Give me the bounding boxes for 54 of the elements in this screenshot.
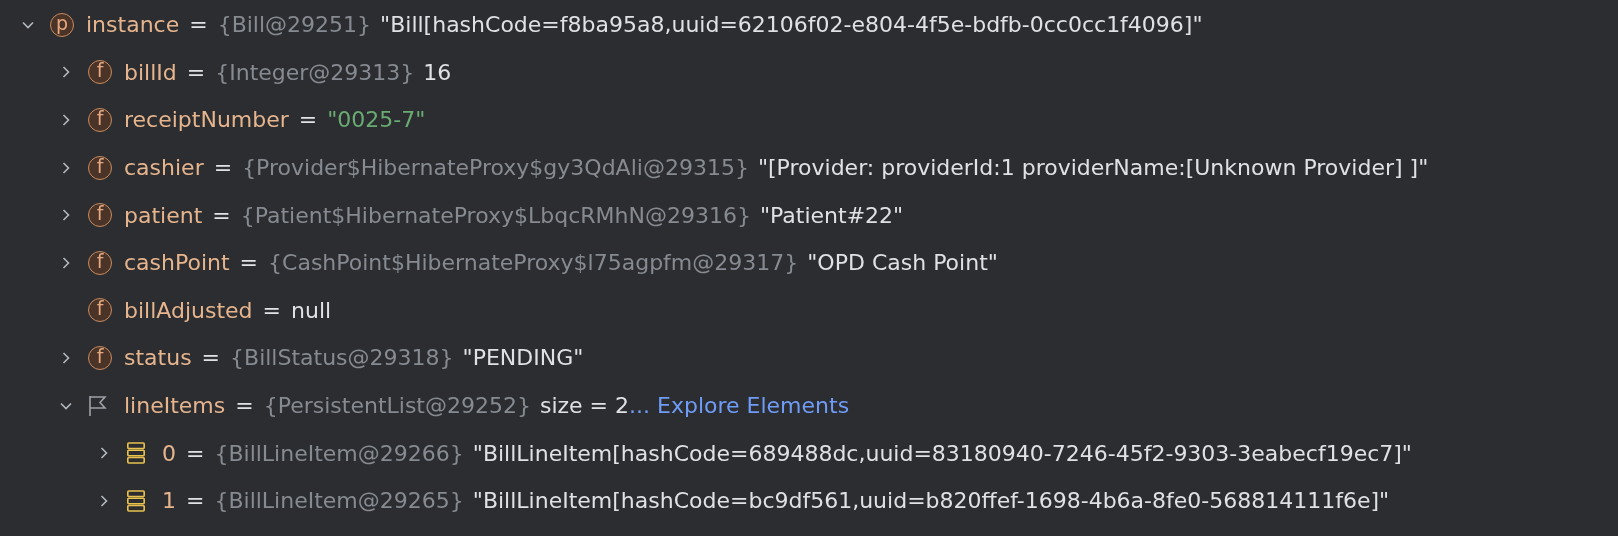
- type-label: {Bill@29251}: [217, 12, 372, 38]
- explore-elements-link[interactable]: ... Explore Elements: [629, 393, 850, 419]
- variable-value: 16: [423, 59, 452, 85]
- stack-icon: [126, 441, 146, 466]
- letter-badge-icon: f: [88, 60, 112, 85]
- equals-sign: =: [213, 155, 233, 181]
- variable-value: "[Provider: providerId:1 providerName:[Unknown Provider] ]": [757, 155, 1429, 181]
- equals-sign: =: [186, 488, 205, 514]
- letter-badge-icon: f: [88, 345, 112, 370]
- equals-sign: =: [239, 250, 259, 276]
- equals-sign: =: [186, 440, 205, 466]
- variable-value: "Bill[hashCode=f8ba95a8,uuid=62106f02-e804-4f5e-bdfb-0cc0cc1f4096]": [380, 12, 1203, 38]
- type-label: {PersistentList@29252}: [263, 393, 531, 419]
- equals-sign: =: [201, 345, 221, 371]
- letter-badge-icon: p: [50, 12, 74, 37]
- variable-name: instance: [86, 12, 180, 38]
- letter-badge-icon: f: [88, 155, 112, 180]
- flag-icon: [88, 394, 108, 417]
- letter-badge-icon: f: [88, 108, 112, 132]
- variable-name: status: [124, 345, 192, 371]
- equals-sign: =: [298, 107, 318, 133]
- letter-badge-icon: f: [88, 203, 112, 228]
- variable-value: "PENDING": [462, 345, 584, 371]
- variable-value: null: [291, 297, 332, 323]
- variable-name: 1: [162, 488, 176, 514]
- type-label: {Patient$HibernateProxy$LbqcRMhN@29316}: [240, 202, 751, 228]
- variable-value: "BillLineItem[hashCode=689488dc,uuid=83180940-7246-45f2-9303-3eabecf19ec7]": [472, 440, 1412, 466]
- type-label: {Integer@29313}: [215, 59, 415, 85]
- equals-sign: =: [235, 393, 254, 419]
- equals-sign: =: [262, 297, 281, 323]
- variable-value: "Patient#22": [759, 202, 904, 228]
- type-label: {BillLineItem@29266}: [214, 440, 464, 466]
- equals-sign: =: [212, 202, 231, 228]
- stack-icon: [126, 488, 146, 513]
- type-label: {BillStatus@29318}: [230, 345, 454, 371]
- variable-name: cashier: [124, 155, 204, 181]
- variable-value: "OPD Cash Point": [807, 250, 998, 276]
- equals-sign: =: [189, 12, 208, 38]
- variable-value: "BillLineItem[hashCode=bc9df561,uuid=b820ffef-1698-4b6a-8fe0-568814111f6e]": [472, 488, 1390, 514]
- letter-badge-icon: f: [88, 250, 112, 275]
- variable-name: billId: [124, 59, 177, 85]
- type-label: {BillLineItem@29265}: [214, 488, 464, 514]
- variable-name: lineItems: [124, 393, 226, 419]
- variable-name: cashPoint: [124, 250, 230, 276]
- equals-sign: =: [186, 59, 206, 85]
- variable-name: patient: [124, 202, 203, 228]
- type-label: {CashPoint$HibernateProxy$l75agpfm@29317}: [268, 250, 799, 276]
- variable-name: receiptNumber: [124, 107, 289, 133]
- variable-name: 0: [162, 440, 176, 466]
- variable-name: billAdjusted: [124, 297, 253, 323]
- type-label: {Provider$HibernateProxy$gy3QdAli@29315}: [242, 155, 749, 181]
- variable-value: "0025-7": [327, 107, 426, 133]
- variable-value: size = 2: [539, 393, 630, 419]
- letter-badge-icon: f: [88, 298, 112, 323]
